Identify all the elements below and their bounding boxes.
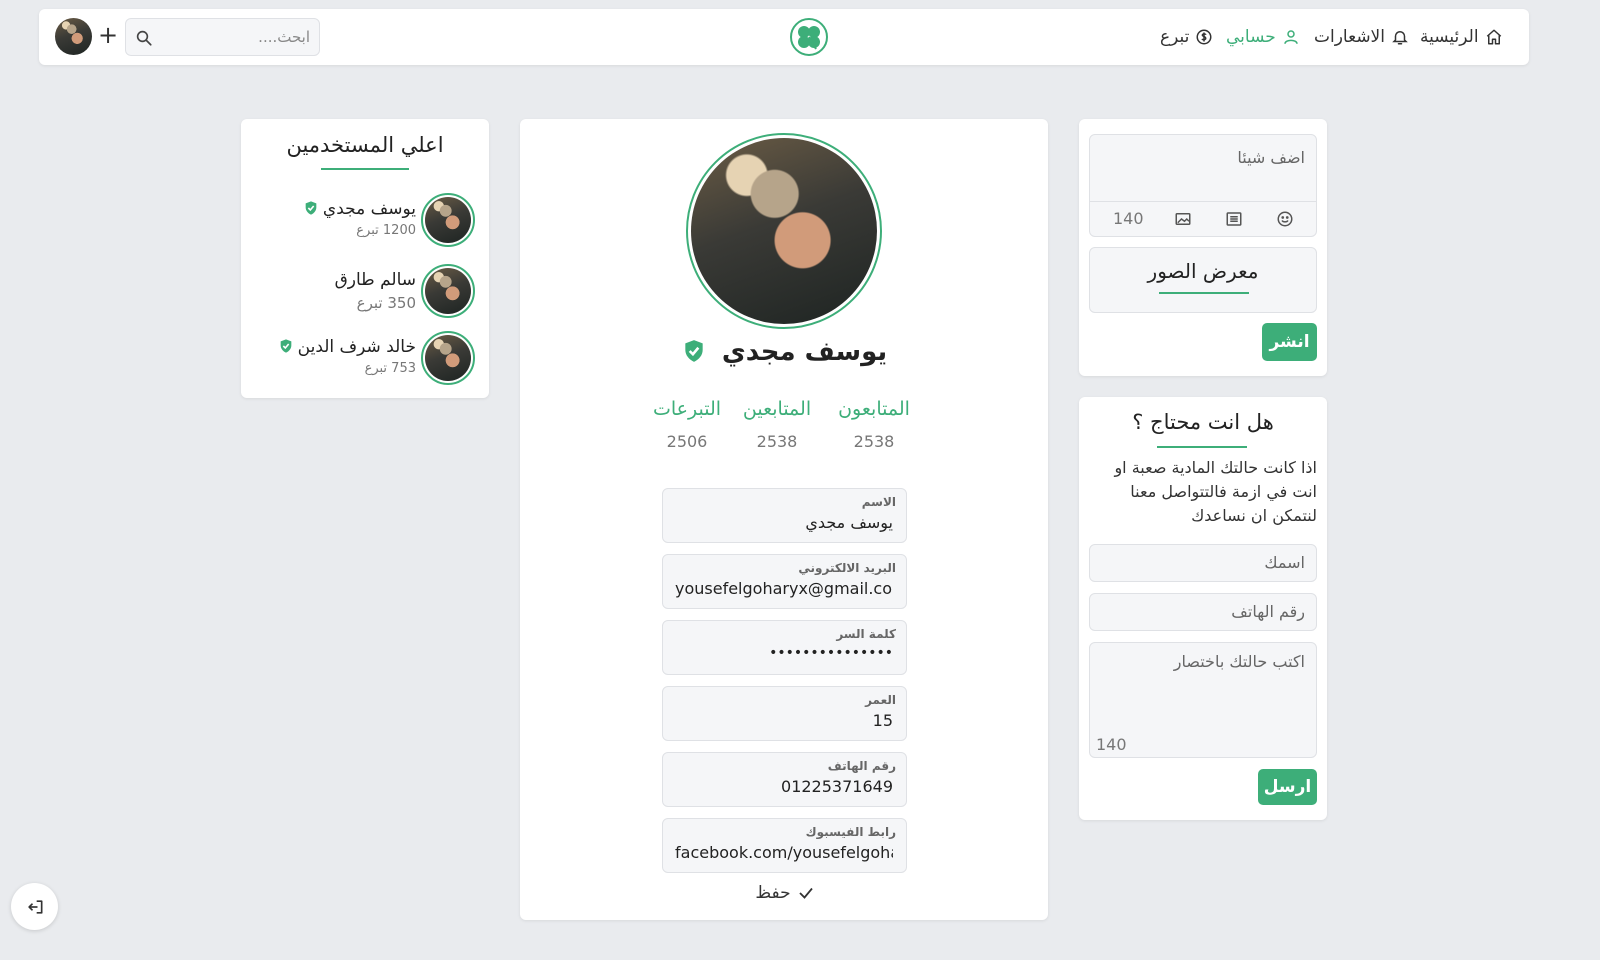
- top-user-row[interactable]: خالد شرف الدين 753 تبرع: [241, 331, 491, 391]
- top-user-name: يوسف مجدي: [303, 199, 416, 219]
- clover-logo-icon[interactable]: [789, 17, 829, 57]
- top-users-card: اعلي المستخدمين يوسف مجدي 1200 تبرع سالم…: [241, 119, 489, 398]
- top-user-name: خالد شرف الدين: [278, 337, 416, 357]
- dollar-icon: [1196, 29, 1212, 45]
- help-title: هل انت محتاج ؟: [1132, 410, 1274, 434]
- nav-donate[interactable]: تبرع: [1160, 24, 1213, 50]
- image-icon[interactable]: [1174, 210, 1192, 228]
- age-field[interactable]: العمر 15: [662, 686, 907, 741]
- gallery-box[interactable]: معرض الصور: [1089, 247, 1317, 313]
- stat-followers-label[interactable]: المتابعون: [824, 398, 924, 420]
- email-field[interactable]: البريد الالكتروني yousefelgoharyx@gmail.…: [662, 554, 907, 609]
- save-label: حفظ: [755, 883, 791, 903]
- help-description: اذا كانت حالتك المادية صعبة او انت في از…: [1114, 458, 1317, 525]
- field-value[interactable]: 15: [675, 711, 893, 735]
- field-label: رقم الهاتف: [827, 759, 896, 773]
- post-placeholder: اضف شيئا: [1237, 148, 1305, 167]
- phone-placeholder: رقم الهاتف: [1231, 602, 1305, 621]
- stat-donations-label[interactable]: التبرعات: [637, 398, 737, 420]
- top-user-name-text: خالد شرف الدين: [297, 337, 416, 357]
- field-label: كلمة السر: [836, 627, 896, 641]
- field-label: البريد الالكتروني: [798, 561, 896, 575]
- publish-button[interactable]: انشر: [1262, 323, 1317, 361]
- profile-avatar[interactable]: [686, 133, 882, 329]
- logout-button[interactable]: [11, 883, 58, 930]
- char-counter: 140: [1096, 735, 1127, 754]
- field-value[interactable]: •••••••••••••••: [675, 645, 893, 669]
- nav-notifications-label: الاشعارات: [1314, 27, 1385, 47]
- field-label: العمر: [865, 693, 896, 707]
- emoji-icon[interactable]: [1276, 210, 1294, 228]
- stat-followers-value: 2538: [853, 432, 895, 451]
- message-placeholder: اكتب حالتك باختصار: [1173, 652, 1305, 671]
- name-field[interactable]: الاسم يوسف مجدي: [662, 488, 907, 543]
- save-button[interactable]: حفظ: [740, 880, 830, 906]
- avatar[interactable]: [421, 264, 475, 318]
- bell-icon: [1392, 31, 1408, 45]
- title-underline: [321, 168, 409, 170]
- post-textarea[interactable]: اضف شيئا 140: [1089, 134, 1317, 237]
- avatar[interactable]: [421, 193, 475, 247]
- field-value[interactable]: yousefelgoharyx@gmail.com: [675, 579, 893, 603]
- gallery-title: معرض الصور: [1147, 259, 1259, 283]
- password-field[interactable]: كلمة السر •••••••••••••••: [662, 620, 907, 675]
- char-counter: 140: [1113, 209, 1144, 228]
- top-user-name-text: يوسف مجدي: [322, 199, 416, 219]
- stat-following-value: 2538: [756, 432, 798, 451]
- top-user-donations: 350 تبرع: [356, 294, 416, 312]
- check-icon: [798, 887, 813, 899]
- top-user-donations: 1200 تبرع: [356, 223, 416, 238]
- facebook-field[interactable]: رابط الفيسبوك facebook.com/yousefelgohar…: [662, 818, 907, 873]
- user-icon: [1284, 30, 1298, 44]
- top-user-name: سالم طارق: [334, 270, 416, 290]
- send-button[interactable]: ارسل: [1258, 769, 1317, 805]
- nav-home[interactable]: الرئيسية: [1420, 24, 1503, 50]
- verified-badge-icon: [305, 201, 317, 215]
- help-underline: [1157, 446, 1247, 448]
- logout-icon: [27, 899, 43, 914]
- top-user-donations: 753 تبرع: [364, 361, 416, 376]
- nav-notifications[interactable]: الاشعارات: [1314, 24, 1409, 50]
- field-value[interactable]: facebook.com/yousefelgoharyx: [675, 843, 893, 867]
- profile-name-text: يوسف مجدي: [721, 337, 888, 367]
- profile-name: يوسف مجدي: [520, 337, 1048, 367]
- verified-badge-icon: [685, 340, 703, 362]
- search-box: [125, 18, 320, 56]
- message-textarea[interactable]: اكتب حالتك باختصار 140: [1089, 642, 1317, 758]
- nav-donate-label: تبرع: [1160, 27, 1190, 47]
- user-avatar[interactable]: [55, 18, 92, 55]
- nav-account[interactable]: حسابي: [1226, 24, 1300, 50]
- field-label: رابط الفيسبوك: [805, 825, 896, 839]
- stat-donations-value: 2506: [666, 432, 708, 451]
- add-button[interactable]: +: [96, 21, 120, 49]
- name-input[interactable]: اسمك: [1089, 544, 1317, 582]
- search-icon[interactable]: [135, 29, 153, 47]
- phone-field[interactable]: رقم الهاتف 01225371649: [662, 752, 907, 807]
- top-user-row[interactable]: يوسف مجدي 1200 تبرع: [241, 193, 491, 253]
- field-value[interactable]: يوسف مجدي: [675, 513, 893, 537]
- list-icon[interactable]: [1225, 210, 1243, 228]
- nav-home-label: الرئيسية: [1420, 27, 1479, 47]
- home-icon: [1486, 29, 1501, 45]
- stat-following-label[interactable]: المتابعين: [727, 398, 827, 420]
- field-label: الاسم: [861, 495, 896, 509]
- verified-badge-icon: [280, 339, 291, 353]
- phone-input[interactable]: رقم الهاتف: [1089, 593, 1317, 631]
- avatar[interactable]: [421, 331, 475, 385]
- field-value[interactable]: 01225371649: [675, 777, 893, 801]
- top-users-title: اعلي المستخدمين: [286, 133, 444, 157]
- divider: [1090, 201, 1316, 202]
- nav-account-label: حسابي: [1226, 27, 1276, 47]
- search-input[interactable]: [160, 25, 310, 49]
- top-user-row[interactable]: سالم طارق 350 تبرع: [241, 264, 491, 324]
- gallery-underline: [1159, 292, 1249, 294]
- name-placeholder: اسمك: [1264, 553, 1305, 572]
- top-navbar: الرئيسية الاشعارات حسابي تبرع +: [39, 9, 1529, 65]
